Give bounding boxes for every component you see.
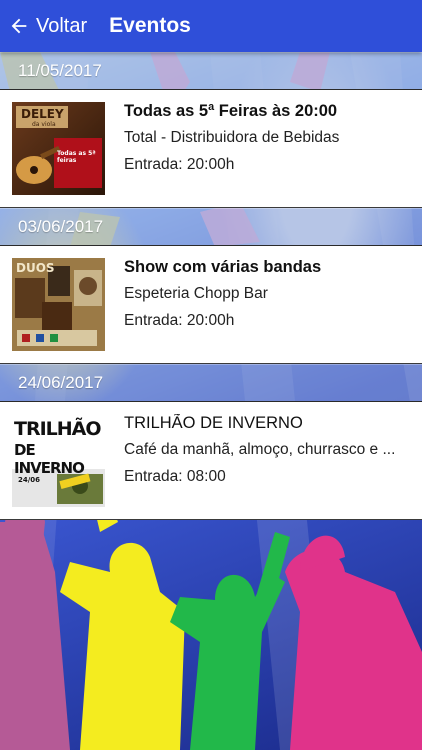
event-thumbnail: DELEY da viola Todas as 5ª feiras xyxy=(12,102,105,195)
thumbnail-text: 24/06 xyxy=(18,476,41,484)
event-venue: Total - Distribuidora de Bebidas xyxy=(124,129,340,146)
app-bar: Voltar Eventos xyxy=(0,0,422,52)
date-header: 11/05/2017 xyxy=(0,52,422,90)
event-title: Show com várias bandas xyxy=(124,258,322,276)
back-button[interactable]: Voltar xyxy=(0,0,99,52)
event-venue: Café da manhã, almoço, churrasco e ... xyxy=(124,441,396,458)
thumbnail-text: DE INVERNO xyxy=(14,441,85,477)
date-header: 24/06/2017 xyxy=(0,364,422,402)
event-entry-time: Entrada: 20:00h xyxy=(124,156,235,173)
event-thumbnail: TRILHÃO DE INVERNO 24/06 xyxy=(12,414,105,507)
arrow-left-icon xyxy=(11,18,27,34)
thumbnail-text: DELEY xyxy=(21,107,64,121)
event-item[interactable]: TRILHÃO DE INVERNO 24/06 TRILHÃO DE INVE… xyxy=(0,402,422,520)
event-item[interactable]: DUOS Show com várias bandas Espeteria Ch… xyxy=(0,246,422,364)
page-title: Eventos xyxy=(109,14,191,37)
date-header: 03/06/2017 xyxy=(0,208,422,246)
event-entry-time: Entrada: 08:00 xyxy=(124,468,226,485)
event-item[interactable]: DELEY da viola Todas as 5ª feiras Todas … xyxy=(0,90,422,208)
thumbnail-text: DUOS xyxy=(16,261,55,275)
thumbnail-text: TRILHÃO xyxy=(14,418,102,440)
thumbnail-text: da viola xyxy=(32,121,56,128)
thumbnail-text: Todas as 5ª feiras xyxy=(57,150,96,164)
event-thumbnail: DUOS xyxy=(12,258,105,351)
event-venue: Espeteria Chopp Bar xyxy=(124,285,268,302)
event-entry-time: Entrada: 20:00h xyxy=(124,312,235,329)
event-list: 11/05/2017 DELEY da viola Todas as 5ª fe… xyxy=(0,52,422,520)
event-title: TRILHÃO DE INVERNO xyxy=(124,414,303,432)
event-title: Todas as 5ª Feiras às 20:00 xyxy=(124,102,338,120)
back-label: Voltar xyxy=(36,14,88,37)
